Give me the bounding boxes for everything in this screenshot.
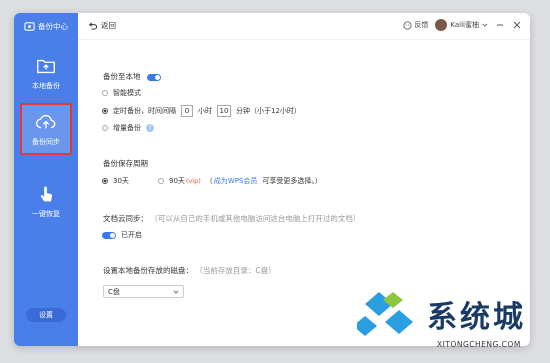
backup-local-title: 备份至本地 [103, 72, 141, 81]
wps-member-link[interactable]: 成为WPS会员 [214, 176, 258, 186]
sidebar-item-local-backup[interactable]: 本地备份 [20, 47, 72, 99]
sidebar-item-backup-sync[interactable]: 备份同步 [20, 103, 72, 155]
option-label: 30天 [113, 177, 129, 185]
watermark-logo-icon [357, 292, 413, 336]
radio-smart-mode[interactable] [102, 90, 108, 96]
option-retention-90[interactable]: 90天 (vip) （成为WPS会员 可享受更多选择。） [158, 176, 322, 186]
sidebar-item-label: 一键恢复 [32, 210, 60, 218]
cloud-upload-icon [35, 114, 56, 129]
disk-hint: （当前存放目录：C盘） [195, 266, 276, 275]
cloud-sync-toggle[interactable] [102, 231, 116, 239]
feedback-label: 反馈 [414, 21, 429, 29]
option-retention-30[interactable]: 30天 [102, 176, 129, 186]
hours-unit: 小时 [198, 107, 212, 115]
hours-input[interactable]: 0 [181, 105, 193, 117]
avatar [435, 19, 448, 31]
vip-badge: (vip) [185, 177, 201, 185]
retention-tail: 可享受更多选择。） [262, 177, 322, 185]
watermark-brand: 系统城 [427, 300, 526, 335]
sidebar-item-label: 备份同步 [32, 138, 60, 146]
minutes-input[interactable]: 10 [217, 105, 231, 117]
option-label: 定时备份，时间间隔 [113, 107, 176, 115]
close-button[interactable] [512, 20, 522, 30]
disk-section: 设置本地备份存放的磁盘： （当前存放目录：C盘） [103, 265, 276, 276]
radio-retention-90[interactable] [158, 178, 164, 184]
radio-incremental-backup[interactable] [102, 125, 108, 131]
chevron-down-icon [173, 290, 179, 294]
feedback-button[interactable]: 反馈 [403, 20, 428, 30]
option-label: 90天 [169, 177, 185, 185]
watermark: 系统城 [357, 288, 526, 340]
sidebar-item-label: 本地备份 [32, 82, 60, 90]
radio-scheduled-backup[interactable] [102, 108, 108, 114]
user-name: Kaili蜜柚 [450, 21, 479, 29]
help-icon[interactable]: ? [146, 124, 154, 132]
minimize-icon [497, 24, 503, 26]
window-controls: 反馈 Kaili蜜柚 [403, 19, 522, 31]
brand: 备份中心 [14, 13, 78, 39]
cloud-sync-section: 文档云同步： （可以从自己的手机或其他电脑访问这台电脑上打开过的文档） [103, 213, 360, 224]
disk-select[interactable]: C盘 [103, 285, 184, 298]
option-scheduled-backup[interactable]: 定时备份，时间间隔 0 小时 10 分钟（小于12小时） [102, 105, 301, 117]
cloud-sync-status-label: 已开启 [121, 231, 142, 239]
cloud-sync-status[interactable]: 已开启 [102, 230, 142, 240]
sidebar-item-one-click-restore[interactable]: 一键恢复 [20, 175, 72, 227]
chevron-down-icon [482, 23, 488, 27]
touch-hand-icon [40, 186, 52, 202]
topbar: 返回 反馈 Kaili蜜柚 [78, 13, 530, 40]
disk-select-value: C盘 [108, 287, 120, 296]
option-label: 智能模式 [113, 89, 141, 97]
cloud-sync-title: 文档云同步： [103, 214, 148, 223]
retention-title: 备份保存周期 [103, 159, 148, 168]
back-arrow-icon [89, 22, 97, 30]
user-menu[interactable]: Kaili蜜柚 [435, 19, 488, 31]
folder-icon [37, 59, 55, 74]
backup-local-toggle[interactable] [146, 73, 161, 81]
option-smart-mode[interactable]: 智能模式 [102, 88, 141, 98]
cloud-sync-hint: （可以从自己的手机或其他电脑访问这台电脑上打开过的文档） [150, 214, 361, 223]
feedback-icon [403, 20, 412, 30]
sidebar: 备份中心 本地备份 备份同步 一键恢复 设置 [14, 13, 78, 346]
radio-retention-30[interactable] [102, 178, 108, 184]
watermark-domain: XITONGCHENG.COM [437, 340, 521, 349]
close-icon [513, 21, 521, 29]
retention-paren: （ [205, 177, 213, 185]
option-incremental-backup[interactable]: 增量备份 ? [102, 123, 154, 133]
backup-local-section: 备份至本地 [103, 71, 161, 82]
option-label: 增量备份 [113, 124, 141, 132]
brand-title: 备份中心 [38, 21, 68, 31]
back-label: 返回 [101, 21, 116, 30]
back-button[interactable]: 返回 [88, 20, 116, 31]
minimize-button[interactable] [495, 20, 505, 30]
disk-title: 设置本地备份存放的磁盘： [103, 266, 193, 275]
backup-logo-icon [24, 21, 35, 31]
settings-button[interactable]: 设置 [26, 308, 66, 322]
minutes-unit: 分钟（小于12小时） [236, 107, 301, 115]
